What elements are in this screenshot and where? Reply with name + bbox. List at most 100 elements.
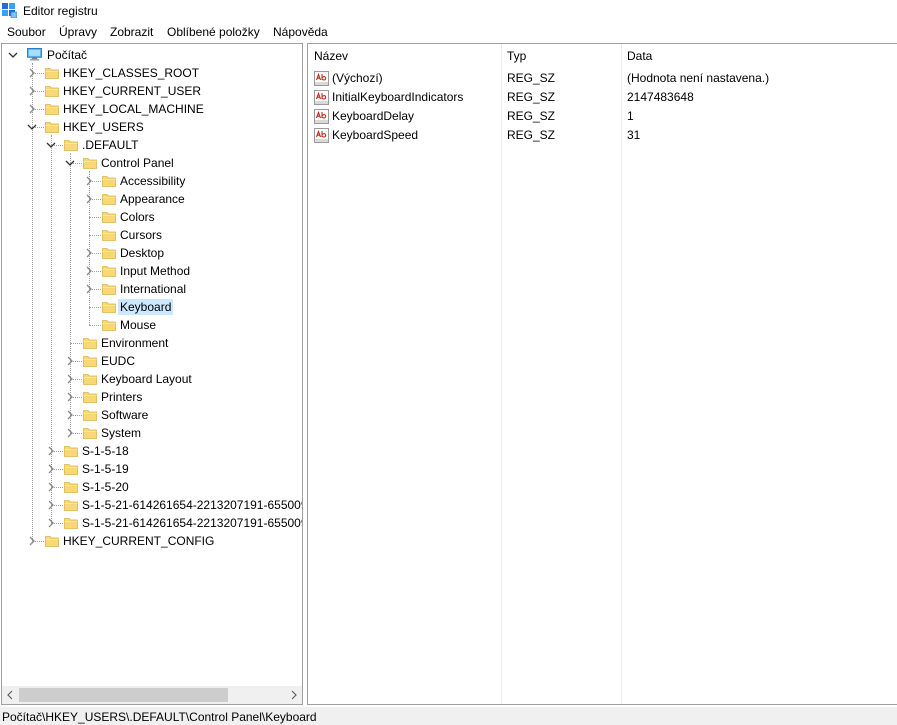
tree-node[interactable]: Control Panel [2, 154, 302, 172]
tree-node-label[interactable]: Mouse [118, 317, 158, 333]
tree-node[interactable]: Environment [2, 334, 302, 352]
tree-node-label[interactable]: Počítač [45, 47, 89, 63]
tree-node-label[interactable]: S-1-5-18 [80, 443, 131, 459]
value-row[interactable]: KeyboardDelay REG_SZ 1 [308, 107, 896, 126]
menu-upravy[interactable]: Úpravy [59, 25, 97, 39]
tree-node-label[interactable]: S-1-5-21-614261654-2213207191-65500992 [80, 497, 302, 513]
value-row[interactable]: InitialKeyboardIndicators REG_SZ 214748364… [308, 88, 896, 107]
scrollbar-thumb[interactable] [19, 688, 228, 702]
tree-node[interactable]: System [2, 424, 302, 442]
tree-node[interactable]: S-1-5-21-614261654-2213207191-65500992 [2, 496, 302, 514]
tree-node-label[interactable]: EUDC [99, 353, 137, 369]
chevron-right-icon[interactable] [45, 517, 57, 529]
chevron-right-icon[interactable] [64, 427, 76, 439]
tree-node[interactable]: Input Method [2, 262, 302, 280]
chevron-right-icon[interactable] [45, 445, 57, 457]
tree-node-label[interactable]: S-1-5-20 [80, 479, 131, 495]
tree-node[interactable]: S-1-5-21-614261654-2213207191-65500992 [2, 514, 302, 532]
tree-node[interactable]: HKEY_CURRENT_CONFIG [2, 532, 302, 550]
tree-node[interactable]: S-1-5-19 [2, 460, 302, 478]
chevron-down-icon[interactable] [7, 49, 19, 61]
tree-node-label[interactable]: Appearance [118, 191, 187, 207]
chevron-right-icon[interactable] [26, 103, 38, 115]
chevron-right-icon[interactable] [45, 463, 57, 475]
value-row[interactable]: KeyboardSpeed REG_SZ 31 [308, 126, 896, 145]
tree-node[interactable]: HKEY_LOCAL_MACHINE [2, 100, 302, 118]
chevron-down-icon[interactable] [26, 121, 38, 133]
tree-node-label[interactable]: Environment [99, 335, 170, 351]
tree-node[interactable]: Keyboard Layout [2, 370, 302, 388]
tree-node[interactable]: EUDC [2, 352, 302, 370]
scroll-right-arrow-icon[interactable] [288, 689, 300, 701]
chevron-down-icon[interactable] [64, 157, 76, 169]
chevron-right-icon[interactable] [83, 283, 95, 295]
tree-node-label[interactable]: Input Method [118, 263, 192, 279]
column-header-data[interactable]: Data [621, 44, 896, 68]
tree-node-label[interactable]: Keyboard [118, 299, 174, 315]
tree-node[interactable]: S-1-5-18 [2, 442, 302, 460]
tree-node[interactable]: S-1-5-20 [2, 478, 302, 496]
tree-node-label[interactable]: S-1-5-21-614261654-2213207191-65500992 [80, 515, 302, 531]
chevron-right-icon[interactable] [45, 499, 57, 511]
chevron-right-icon[interactable] [45, 481, 57, 493]
tree-node-label[interactable]: .DEFAULT [80, 137, 140, 153]
tree-node[interactable]: Desktop [2, 244, 302, 262]
tree-node-label[interactable]: Desktop [118, 245, 166, 261]
chevron-right-icon[interactable] [64, 391, 76, 403]
tree-node-label[interactable]: HKEY_CURRENT_USER [61, 83, 203, 99]
chevron-right-icon[interactable] [83, 247, 95, 259]
tree-horizontal-scrollbar[interactable] [2, 686, 302, 704]
column-header-type[interactable]: Typ [501, 44, 621, 68]
tree-node[interactable]: Software [2, 406, 302, 424]
tree-node[interactable]: Cursors [2, 226, 302, 244]
tree-node[interactable]: HKEY_USERS [2, 118, 302, 136]
chevron-right-icon[interactable] [83, 193, 95, 205]
tree-node-label[interactable]: S-1-5-19 [80, 461, 131, 477]
tree-node-label[interactable]: Control Panel [99, 155, 176, 171]
tree-node[interactable]: International [2, 280, 302, 298]
chevron-right-icon[interactable] [64, 409, 76, 421]
key-tree-pane[interactable]: Počítač HKEY_CLASSES_ROOT HKEY_CURRENT_USE… [1, 43, 303, 705]
chevron-right-icon[interactable] [26, 535, 38, 547]
chevron-right-icon[interactable] [83, 175, 95, 187]
chevron-right-icon[interactable] [64, 355, 76, 367]
tree-node-label[interactable]: HKEY_LOCAL_MACHINE [61, 101, 206, 117]
value-row[interactable]: (Výchozí) REG_SZ (Hodnota není nastavena.) [308, 69, 896, 88]
tree-node[interactable]: Keyboard [2, 298, 302, 316]
tree-node-label[interactable]: Cursors [118, 227, 164, 243]
key-tree[interactable]: Počítač HKEY_CLASSES_ROOT HKEY_CURRENT_USE… [2, 44, 302, 686]
tree-node[interactable]: HKEY_CLASSES_ROOT [2, 64, 302, 82]
tree-node-label[interactable]: Colors [118, 209, 157, 225]
tree-node-label[interactable]: System [99, 425, 143, 441]
menu-napoveda[interactable]: Nápověda [273, 25, 328, 39]
menu-soubor[interactable]: Soubor [7, 25, 46, 39]
menu-oblibene-polozky[interactable]: Oblíbené položky [167, 25, 260, 39]
menu-zobrazit[interactable]: Zobrazit [110, 25, 153, 39]
tree-node-label[interactable]: Software [99, 407, 150, 423]
tree-node[interactable]: Appearance [2, 190, 302, 208]
tree-node[interactable]: Printers [2, 388, 302, 406]
tree-node[interactable]: Mouse [2, 316, 302, 334]
tree-node[interactable]: HKEY_CURRENT_USER [2, 82, 302, 100]
tree-node[interactable]: Accessibility [2, 172, 302, 190]
chevron-right-icon[interactable] [64, 373, 76, 385]
tree-node-label[interactable]: International [118, 281, 188, 297]
tree-node-label[interactable]: Accessibility [118, 173, 187, 189]
tree-node-label[interactable]: HKEY_CURRENT_CONFIG [61, 533, 216, 549]
tree-node[interactable]: Colors [2, 208, 302, 226]
column-header-name[interactable]: Název [308, 44, 501, 68]
chevron-down-icon[interactable] [45, 139, 57, 151]
chevron-right-icon[interactable] [26, 67, 38, 79]
tree-node-label[interactable]: HKEY_CLASSES_ROOT [61, 65, 201, 81]
tree-node[interactable]: .DEFAULT [2, 136, 302, 154]
tree-node-label[interactable]: Keyboard Layout [99, 371, 194, 387]
chevron-right-icon[interactable] [83, 265, 95, 277]
values-list-pane[interactable]: Název Typ Data (Výchozí) REG_SZ (Hodnota n… [307, 43, 897, 705]
folder-icon [64, 482, 78, 493]
tree-node[interactable]: Počítač [2, 46, 302, 64]
scroll-left-arrow-icon[interactable] [4, 689, 16, 701]
value-type: REG_SZ [507, 71, 556, 85]
tree-node-label[interactable]: Printers [99, 389, 144, 405]
tree-node-label[interactable]: HKEY_USERS [61, 119, 146, 135]
chevron-right-icon[interactable] [26, 85, 38, 97]
